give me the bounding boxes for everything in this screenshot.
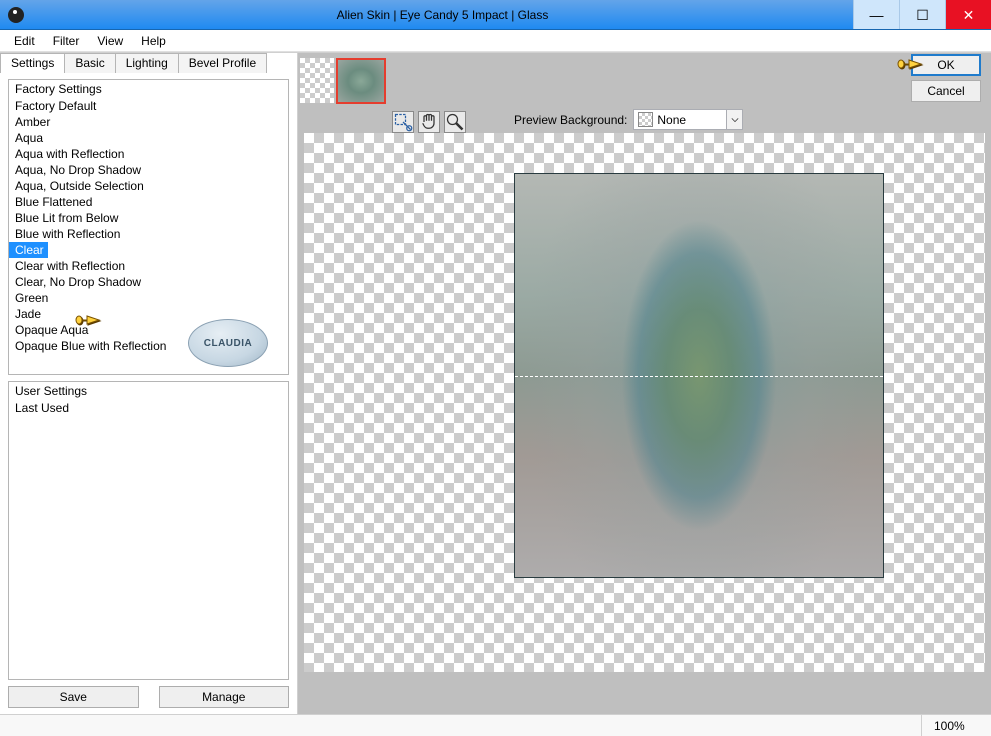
- maximize-button[interactable]: ☐: [899, 0, 945, 29]
- list-item[interactable]: Blue with Reflection: [9, 226, 288, 242]
- menu-edit[interactable]: Edit: [6, 32, 43, 50]
- list-item-selected[interactable]: Clear: [9, 242, 48, 258]
- tab-basic[interactable]: Basic: [64, 53, 115, 73]
- thumbnail-zone: [298, 53, 386, 108]
- chevron-down-icon: [726, 110, 742, 129]
- effect-thumbnail[interactable]: [336, 58, 386, 104]
- right-panel: Preview Background: None: [298, 53, 991, 714]
- left-panel: Settings Basic Lighting Bevel Profile Fa…: [0, 53, 298, 714]
- factory-settings-list[interactable]: Factory Settings Factory Default Amber A…: [8, 79, 289, 375]
- menu-help[interactable]: Help: [133, 32, 174, 50]
- window-title: Alien Skin | Eye Candy 5 Impact | Glass: [32, 8, 853, 22]
- preview-tools: [392, 111, 466, 133]
- preview-background-value: None: [657, 113, 726, 127]
- list-item[interactable]: Aqua, No Drop Shadow: [9, 162, 288, 178]
- dialog-buttons: OK Cancel: [911, 54, 981, 102]
- list-item[interactable]: Last Used: [9, 400, 288, 416]
- window-buttons: — ☐ ✕: [853, 0, 991, 29]
- save-button[interactable]: Save: [8, 686, 139, 708]
- factory-settings-header: Factory Settings: [9, 80, 288, 98]
- list-item[interactable]: Green: [9, 290, 288, 306]
- list-item[interactable]: Aqua, Outside Selection: [9, 178, 288, 194]
- ok-button[interactable]: OK: [911, 54, 981, 76]
- lists-area: Factory Settings Factory Default Amber A…: [0, 73, 297, 680]
- transparency-swatch-icon: [638, 112, 653, 127]
- hand-tool-icon[interactable]: [418, 111, 440, 133]
- zoom-level: 100%: [921, 715, 981, 736]
- tab-settings[interactable]: Settings: [0, 53, 65, 73]
- tab-lighting[interactable]: Lighting: [115, 53, 179, 73]
- minimize-button[interactable]: —: [853, 0, 899, 29]
- manage-button[interactable]: Manage: [159, 686, 290, 708]
- settings-tabs: Settings Basic Lighting Bevel Profile: [0, 53, 297, 73]
- menubar: Edit Filter View Help: [0, 30, 991, 52]
- preview-background-label: Preview Background:: [514, 113, 627, 127]
- preview-bottom-bar: [298, 672, 991, 714]
- app-icon: [8, 7, 24, 23]
- preview-canvas[interactable]: [304, 133, 985, 672]
- statusbar: 100%: [0, 714, 991, 736]
- list-item[interactable]: Blue Flattened: [9, 194, 288, 210]
- menu-view[interactable]: View: [89, 32, 131, 50]
- list-item[interactable]: Aqua: [9, 130, 288, 146]
- list-item[interactable]: Aqua with Reflection: [9, 146, 288, 162]
- selection-tool-icon[interactable]: [392, 111, 414, 133]
- list-item[interactable]: Clear with Reflection: [9, 258, 288, 274]
- titlebar: Alien Skin | Eye Candy 5 Impact | Glass …: [0, 0, 991, 30]
- list-item[interactable]: Factory Default: [9, 98, 288, 114]
- list-item[interactable]: Opaque Blue with Reflection: [9, 338, 288, 354]
- content: Settings Basic Lighting Bevel Profile Fa…: [0, 52, 991, 714]
- list-item[interactable]: Clear, No Drop Shadow: [9, 274, 288, 290]
- close-button[interactable]: ✕: [945, 0, 991, 29]
- zoom-tool-icon[interactable]: [444, 111, 466, 133]
- preview-image: [514, 173, 884, 578]
- menu-filter[interactable]: Filter: [45, 32, 88, 50]
- preview-background-dropdown[interactable]: None: [633, 109, 743, 130]
- list-item[interactable]: Amber: [9, 114, 288, 130]
- original-thumbnail[interactable]: [300, 58, 334, 103]
- preview-toolbar: Preview Background: None: [298, 53, 991, 133]
- tab-bevel-profile[interactable]: Bevel Profile: [178, 53, 267, 73]
- list-item[interactable]: Jade: [9, 306, 288, 322]
- settings-buttons: Save Manage: [0, 680, 297, 708]
- user-settings-list[interactable]: User Settings Last Used: [8, 381, 289, 680]
- cancel-button[interactable]: Cancel: [911, 80, 981, 102]
- user-settings-header: User Settings: [9, 382, 288, 400]
- list-item[interactable]: Opaque Aqua: [9, 322, 288, 338]
- list-item[interactable]: Blue Lit from Below: [9, 210, 288, 226]
